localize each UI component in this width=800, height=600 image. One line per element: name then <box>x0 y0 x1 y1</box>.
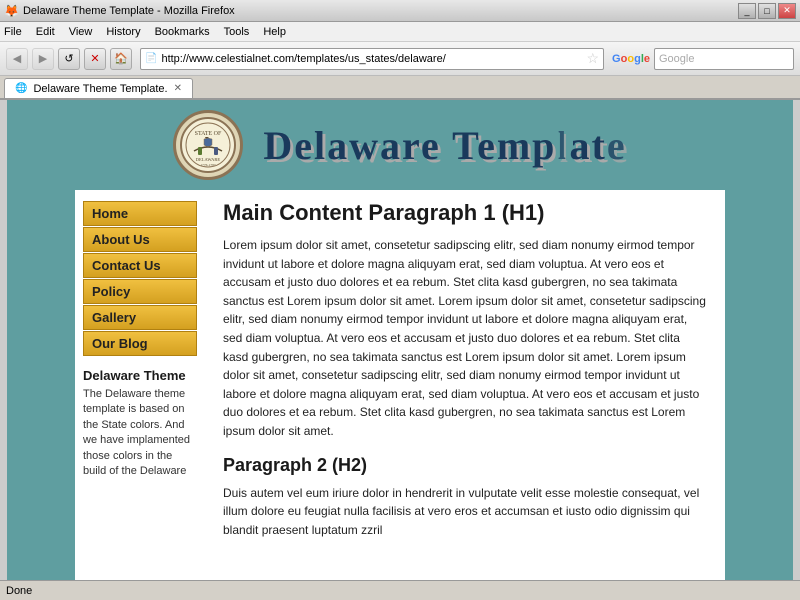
menu-help[interactable]: Help <box>263 26 286 38</box>
tab-icon: 🌐 <box>15 83 27 94</box>
nav-item-blog[interactable]: Our Blog <box>83 331 197 356</box>
maximize-button[interactable]: □ <box>758 3 776 19</box>
content-heading-2: Paragraph 2 (H2) <box>223 455 707 476</box>
seal-svg: STATE OF DELAWARE 1776-1787 <box>180 117 236 173</box>
google-brand: Google <box>612 53 650 65</box>
menu-bar: File Edit View History Bookmarks Tools H… <box>0 22 800 42</box>
state-seal: STATE OF DELAWARE 1776-1787 <box>173 110 243 180</box>
address-bar[interactable]: 📄 http://www.celestialnet.com/templates/… <box>140 48 604 70</box>
stop-button[interactable]: ✕ <box>84 48 106 70</box>
menu-file[interactable]: File <box>4 26 22 38</box>
tab-bar: 🌐 Delaware Theme Template. ✕ <box>0 76 800 100</box>
seal-inner: STATE OF DELAWARE 1776-1787 <box>178 115 238 175</box>
svg-text:STATE OF: STATE OF <box>195 131 222 137</box>
window-controls[interactable]: _ □ ✕ <box>738 3 796 19</box>
minimize-button[interactable]: _ <box>738 3 756 19</box>
content-heading-1: Main Content Paragraph 1 (H1) <box>223 200 707 226</box>
main-layout: Home About Us Contact Us Policy Gallery … <box>75 190 725 580</box>
active-tab[interactable]: 🌐 Delaware Theme Template. ✕ <box>4 78 193 98</box>
menu-bookmarks[interactable]: Bookmarks <box>155 26 210 38</box>
menu-history[interactable]: History <box>106 26 140 38</box>
sidebar-description: The Delaware theme template is based on … <box>83 387 197 479</box>
search-bar[interactable]: Google <box>654 48 794 70</box>
nav-item-contact[interactable]: Contact Us <box>83 253 197 278</box>
tab-close-button[interactable]: ✕ <box>174 83 182 94</box>
window-title: Delaware Theme Template - Mozilla Firefo… <box>23 5 738 17</box>
address-icon: 📄 <box>145 53 157 64</box>
tab-label: Delaware Theme Template. <box>33 83 167 95</box>
back-button[interactable]: ◀ <box>6 48 28 70</box>
page-wrapper: STATE OF DELAWARE 1776-1787 <box>7 100 793 580</box>
content-area: Main Content Paragraph 1 (H1) Lorem ipsu… <box>205 190 725 580</box>
sidebar: Home About Us Contact Us Policy Gallery … <box>75 190 205 580</box>
page-inner: STATE OF DELAWARE 1776-1787 <box>75 100 725 580</box>
reload-button[interactable]: ↺ <box>58 48 80 70</box>
content-paragraph-2: Duis autem vel eum iriure dolor in hendr… <box>223 484 707 540</box>
sidebar-heading: Delaware Theme <box>83 368 197 383</box>
search-placeholder: Google <box>659 53 694 65</box>
menu-tools[interactable]: Tools <box>224 26 250 38</box>
home-button[interactable]: 🏠 <box>110 48 132 70</box>
nav-item-about[interactable]: About Us <box>83 227 197 252</box>
site-header: STATE OF DELAWARE 1776-1787 <box>75 100 725 190</box>
nav-item-gallery[interactable]: Gallery <box>83 305 197 330</box>
address-text: http://www.celestialnet.com/templates/us… <box>161 53 586 65</box>
title-bar: 🦊 Delaware Theme Template - Mozilla Fire… <box>0 0 800 22</box>
close-button[interactable]: ✕ <box>778 3 796 19</box>
menu-edit[interactable]: Edit <box>36 26 55 38</box>
navigation-bar: ◀ ▶ ↺ ✕ 🏠 📄 http://www.celestialnet.com/… <box>0 42 800 76</box>
status-bar: Done <box>0 580 800 600</box>
svg-text:1776-1787: 1776-1787 <box>201 163 216 167</box>
forward-button[interactable]: ▶ <box>32 48 54 70</box>
site-title-container: Delaware Template <box>263 122 626 169</box>
content-paragraph-1: Lorem ipsum dolor sit amet, consetetur s… <box>223 236 707 441</box>
status-text: Done <box>6 585 32 597</box>
bookmark-icon[interactable]: ☆ <box>586 50 599 67</box>
site-title: Delaware Template <box>263 123 626 168</box>
nav-item-home[interactable]: Home <box>83 201 197 226</box>
menu-view[interactable]: View <box>69 26 93 38</box>
browser-content[interactable]: STATE OF DELAWARE 1776-1787 <box>7 100 793 580</box>
svg-text:DELAWARE: DELAWARE <box>196 157 221 162</box>
nav-item-policy[interactable]: Policy <box>83 279 197 304</box>
